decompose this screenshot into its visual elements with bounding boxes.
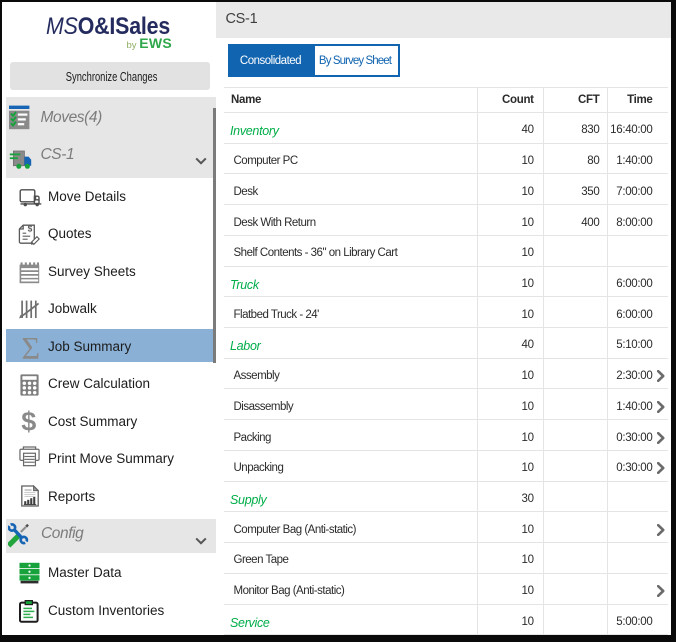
svg-text:$: $: [21, 408, 36, 434]
svg-text:$: $: [28, 224, 33, 234]
svg-text:Σ: Σ: [21, 335, 40, 361]
